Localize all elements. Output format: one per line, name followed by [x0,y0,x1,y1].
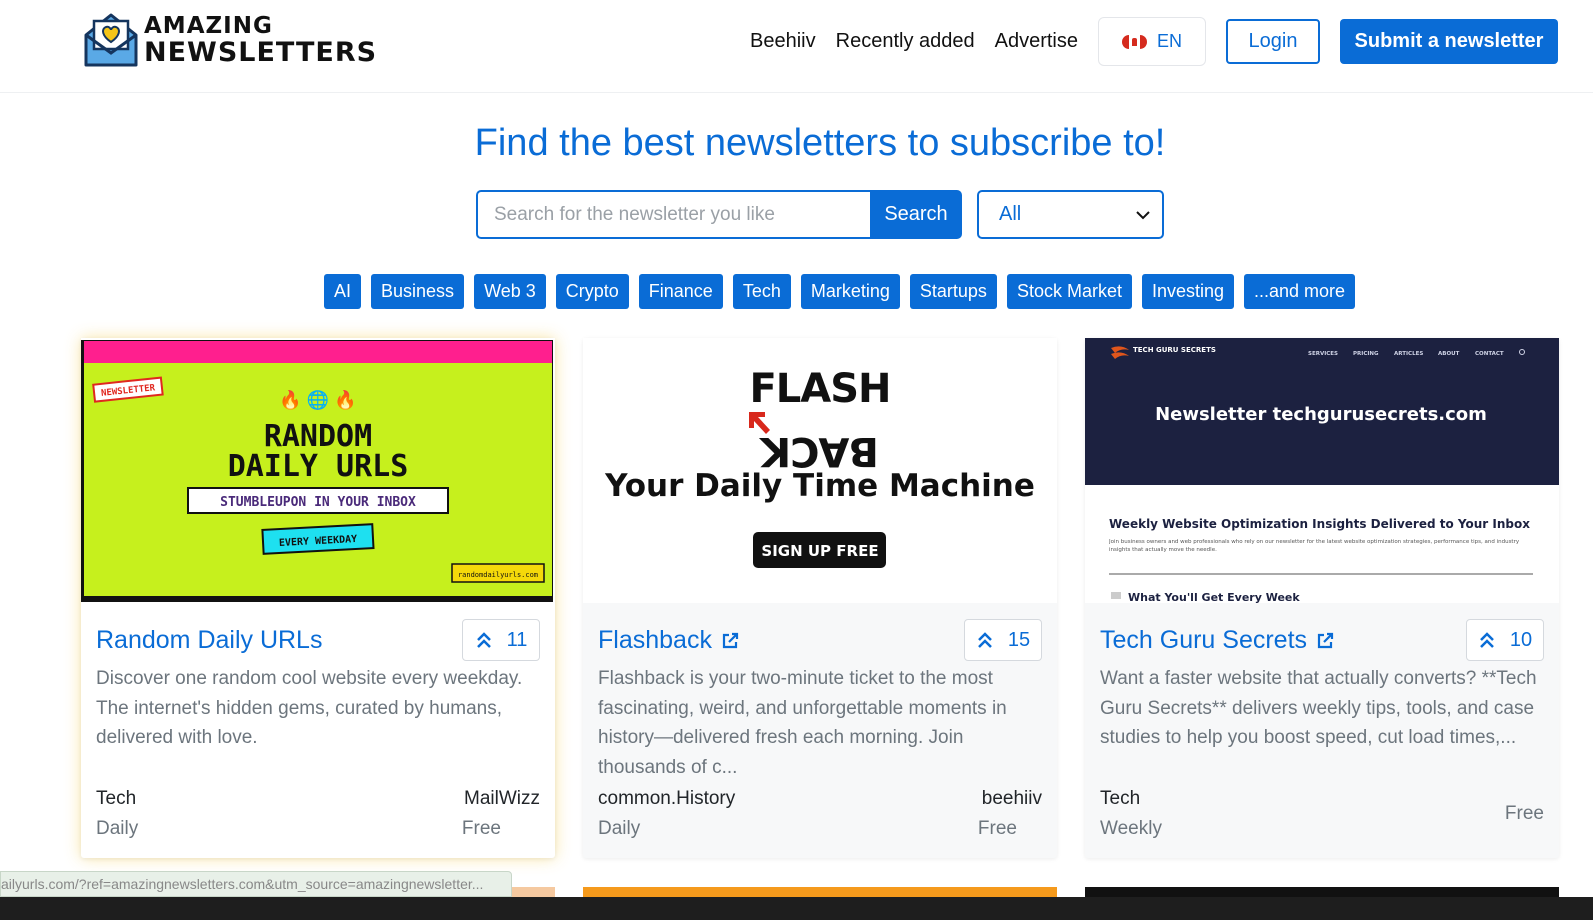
vote-count: 11 [506,628,528,651]
svg-text:ABOUT: ABOUT [1438,351,1460,357]
cover-headline: Your Daily Time Machine [604,468,1035,504]
tag-finance[interactable]: Finance [638,274,723,309]
card-cover-image[interactable]: NEWSLETTER 🔥 🌐 🔥 RANDOM DAILY URLS STUMB… [81,338,555,603]
card-description: Want a faster website that actually conv… [1100,668,1537,748]
site-logo[interactable]: AMAZING NEWSLETTERS [82,11,377,69]
external-link-icon[interactable] [1315,631,1335,651]
card-category: common.History [598,788,736,809]
card-title-text[interactable]: Random Daily URLs [96,626,322,655]
tag-ai[interactable]: AI [324,274,362,309]
link-preview-status: ailyurls.com/?ref=amazingnewsletters.com… [0,871,512,897]
main-nav: Beehiiv Recently added Advertise EN Logi… [750,17,1558,66]
newsletter-card[interactable]: NEWSLETTER 🔥 🌐 🔥 RANDOM DAILY URLS STUMB… [81,338,555,858]
login-button[interactable]: Login [1226,19,1320,64]
tag-stock-market[interactable]: Stock Market [1006,274,1132,309]
logo-text-line2: NEWSLETTERS [144,36,378,68]
card-price: Free [977,818,1017,839]
cover-emojis: 🔥 🌐 🔥 [279,389,356,410]
newsletter-card[interactable]: FLASH BACK Your Daily Time Machine SIGN … [583,338,1057,858]
card-title-text[interactable]: Tech Guru Secrets [1100,626,1307,655]
double-chevron-up-icon [1479,632,1494,648]
cover-subheading: What You'll Get Every Week [1128,591,1300,603]
submit-newsletter-button[interactable]: Submit a newsletter [1340,19,1558,64]
cover-line2: DAILY URLS [228,449,409,484]
tech-guru-secrets-cover: TECH GURU SECRETS SERVICES PRICING ARTIC… [1085,338,1559,603]
double-chevron-up-icon [977,632,992,648]
canada-flag-icon [1121,34,1147,49]
category-filter-value: All [999,203,1022,225]
site-header: AMAZING NEWSLETTERS Beehiiv Recently add… [0,0,1593,93]
external-link-icon[interactable] [720,631,740,651]
language-label: EN [1156,31,1182,51]
card-title-text[interactable]: Flashback [598,626,712,655]
tag-more[interactable]: ...and more [1244,274,1356,309]
card-title[interactable]: Flashback [598,626,740,655]
nav-beehiiv[interactable]: Beehiiv [750,30,816,53]
svg-text:ARTICLES: ARTICLES [1394,351,1423,357]
cover-banner: Newsletter techgurusecrets.com [1155,404,1487,425]
svg-text:CONTACT: CONTACT [1475,351,1504,357]
browser-bottom-bar [0,897,1593,920]
card-cover-image[interactable]: FLASH BACK Your Daily Time Machine SIGN … [583,338,1057,603]
tag-crypto[interactable]: Crypto [555,274,629,309]
card-frequency: Daily [96,818,139,839]
svg-text:PRICING: PRICING [1353,351,1379,357]
page-title: Find the best newsletters to subscribe t… [474,122,1166,164]
language-selector[interactable]: EN [1098,17,1206,66]
card-title[interactable]: Tech Guru Secrets [1100,626,1335,655]
upvote-button[interactable]: 15 [964,619,1042,661]
newsletter-card[interactable]: TECH GURU SECRETS SERVICES PRICING ARTIC… [1085,338,1559,858]
tag-marketing[interactable]: Marketing [800,274,900,309]
search-input[interactable] [476,190,870,239]
card-title[interactable]: Random Daily URLs [96,626,322,655]
tag-startups[interactable]: Startups [909,274,997,309]
envelope-heart-icon [84,13,138,67]
card-frequency: Weekly [1100,818,1162,839]
card-price: Free [461,818,501,839]
card-cover-image[interactable]: TECH GURU SECRETS SERVICES PRICING ARTIC… [1085,338,1559,603]
double-chevron-up-icon [476,632,491,648]
logo-text-line1: AMAZING [144,12,273,39]
card-category: Tech [1100,788,1141,809]
cover-body: Join business owners and web professiona… [1109,539,1520,553]
cover-heading: Weekly Website Optimization Insights Del… [1109,517,1530,531]
category-tags: AI Business Web 3 Crypto Finance Tech Ma… [324,274,1365,309]
search-button[interactable]: Search [870,190,962,239]
card-description: Discover one random cool website every w… [96,668,523,748]
nav-recently-added[interactable]: Recently added [836,30,975,53]
tag-business[interactable]: Business [371,274,465,309]
tag-investing[interactable]: Investing [1141,274,1235,309]
card-price: Free [1504,803,1544,824]
upvote-button[interactable]: 10 [1466,619,1544,661]
cover-logo-top: FLASH [749,366,890,412]
card-description: Flashback is your two-minute ticket to t… [598,668,1007,778]
category-filter-select[interactable]: All [977,190,1164,239]
search-bar: Search All [476,190,1164,239]
cover-tagline: STUMBLEUPON IN YOUR INBOX [220,495,416,510]
tag-tech[interactable]: Tech [732,274,791,309]
card-frequency: Daily [598,818,641,839]
cover-brand: TECH GURU SECRETS [1133,346,1216,354]
vote-count: 10 [1509,628,1533,651]
card-category: Tech [96,788,137,809]
cover-cta: SIGN UP FREE [761,542,878,560]
chevron-down-icon [1136,210,1150,219]
flashback-cover: FLASH BACK Your Daily Time Machine SIGN … [583,338,1057,603]
upvote-button[interactable]: 11 [462,619,540,661]
nav-advertise[interactable]: Advertise [995,30,1078,53]
card-platform: MailWizz [464,788,540,809]
cover-domain: randomdailyurls.com [458,571,538,579]
card-platform: beehiiv [981,788,1042,809]
svg-text:SERVICES: SERVICES [1308,351,1338,357]
vote-count: 15 [1007,628,1031,651]
random-daily-urls-cover: NEWSLETTER 🔥 🌐 🔥 RANDOM DAILY URLS STUMB… [81,340,553,602]
tag-web3[interactable]: Web 3 [474,274,546,309]
